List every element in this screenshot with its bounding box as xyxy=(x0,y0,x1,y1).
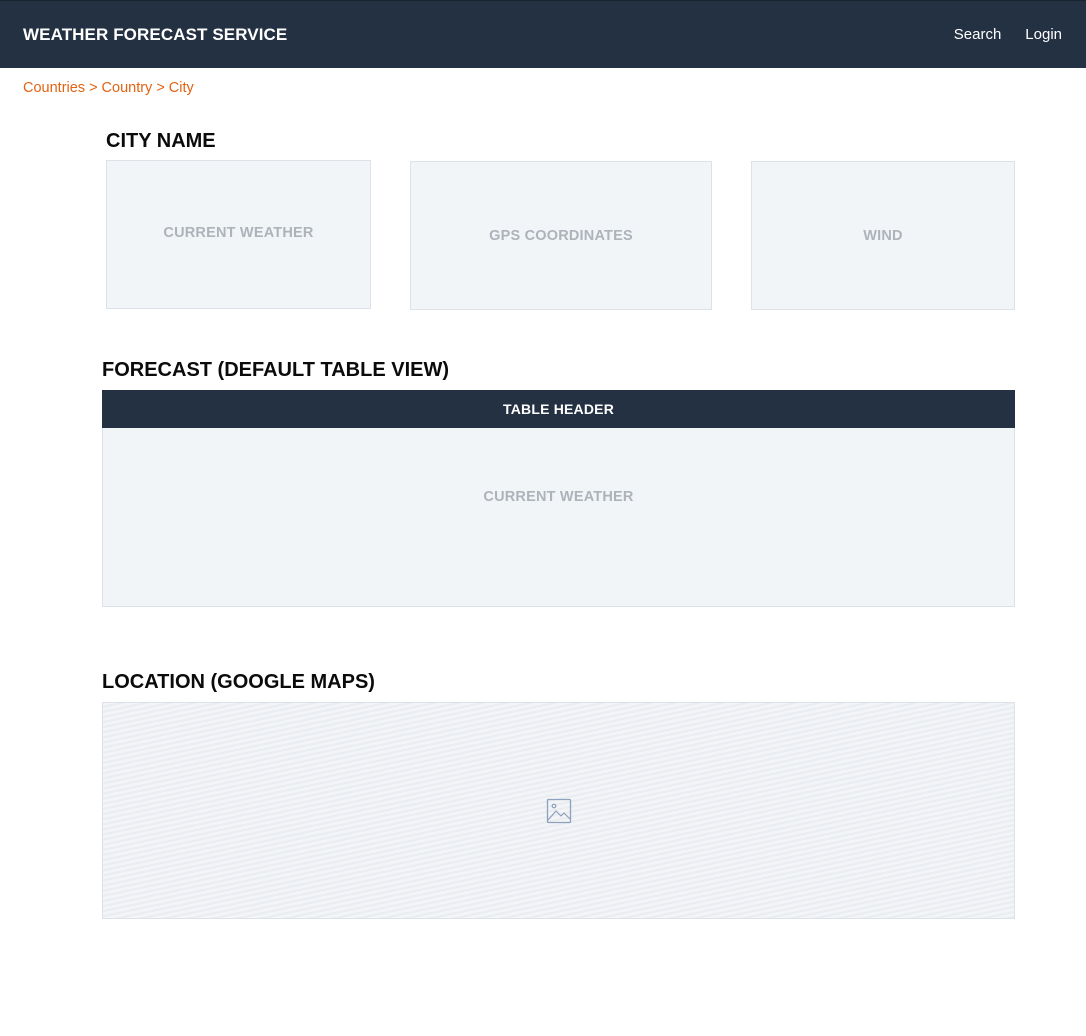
breadcrumb-country[interactable]: Country xyxy=(102,80,153,96)
wind-card: WIND xyxy=(751,161,1015,310)
wind-card-label: WIND xyxy=(863,227,903,244)
gps-coordinates-card: GPS COORDINATES xyxy=(410,161,712,310)
forecast-title: FORECAST (DEFAULT TABLE VIEW) xyxy=(102,359,450,381)
breadcrumb: Countries > Country > City xyxy=(23,78,194,98)
current-weather-card-label: CURRENT WEATHER xyxy=(163,225,314,241)
nav-links: Search Login xyxy=(954,25,1062,45)
table-header-label: TABLE HEADER xyxy=(502,401,615,417)
location-title: LOCATION (GOOGLE MAPS) xyxy=(102,671,375,693)
brand-title[interactable]: WEATHER FORECAST SERVICE xyxy=(23,24,287,46)
image-placeholder-icon xyxy=(546,798,571,823)
breadcrumb-countries[interactable]: Countries xyxy=(23,80,85,96)
forecast-table-header: TABLE HEADER xyxy=(102,390,1015,428)
nav-login-link[interactable]: Login xyxy=(1025,25,1062,45)
city-name-title: CITY NAME xyxy=(106,130,216,152)
forecast-table-body-label: CURRENT WEATHER xyxy=(483,489,634,505)
breadcrumb-separator: > xyxy=(89,80,98,96)
location-map-placeholder[interactable] xyxy=(102,702,1015,919)
forecast-table-body: CURRENT WEATHER xyxy=(102,428,1015,607)
breadcrumb-separator: > xyxy=(156,80,165,96)
gps-coordinates-card-label: GPS COORDINATES xyxy=(489,227,633,244)
breadcrumb-city[interactable]: City xyxy=(169,80,194,96)
current-weather-card: CURRENT WEATHER xyxy=(106,160,371,309)
nav-search-link[interactable]: Search xyxy=(954,25,1002,45)
top-navigation-bar: WEATHER FORECAST SERVICE Search Login xyxy=(0,0,1086,68)
